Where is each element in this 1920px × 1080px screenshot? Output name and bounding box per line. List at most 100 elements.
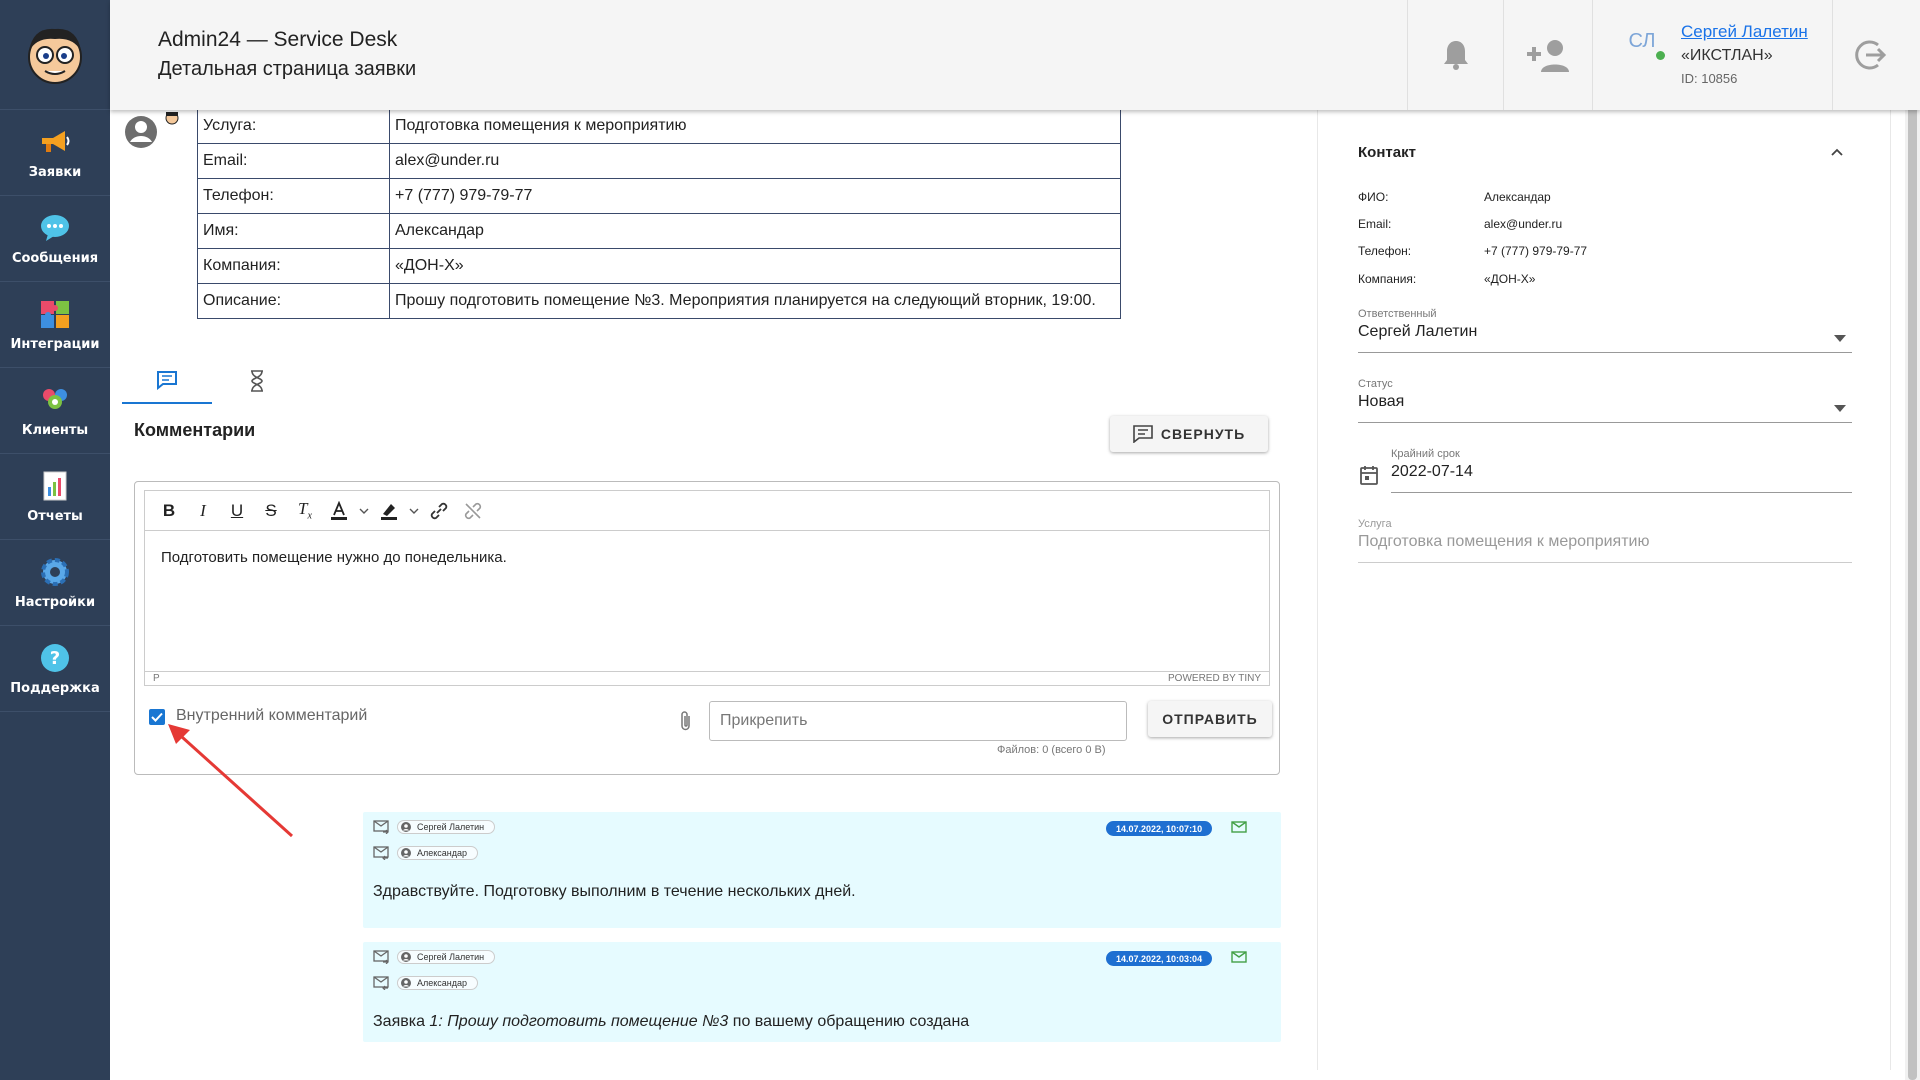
table-cell-key: Телефон: bbox=[197, 178, 390, 214]
envelope-in-icon bbox=[373, 846, 389, 860]
strikethrough-button[interactable]: S bbox=[255, 495, 287, 527]
envelope-out-icon bbox=[373, 950, 389, 964]
deadline-field[interactable]: Крайний срок 2022-07-14 bbox=[1391, 448, 1852, 493]
sidebar-item-label: Отчеты bbox=[27, 509, 83, 524]
text-color-button[interactable] bbox=[323, 495, 355, 527]
clear-format-icon: Tx bbox=[298, 499, 312, 522]
comment-date-badge: 14.07.2022, 10:07:10 bbox=[1106, 821, 1213, 836]
sidebar-item-label: Настройки bbox=[14, 595, 96, 610]
caret-down-icon bbox=[1834, 335, 1846, 342]
comments-title: Комментарии bbox=[134, 420, 256, 440]
unlink-icon bbox=[464, 502, 482, 519]
service-value: Подготовка помещения к мероприятию bbox=[1358, 533, 1650, 550]
scrollbar-thumb[interactable] bbox=[1908, 72, 1917, 1080]
clear-format-button[interactable]: Tx bbox=[289, 495, 321, 527]
table-cell-value: alex@under.ru bbox=[389, 143, 1121, 179]
user-company: «ИКСТЛАН» bbox=[1681, 47, 1773, 64]
calendar-icon[interactable] bbox=[1360, 465, 1378, 485]
author-chip: Сергей Лалетин bbox=[397, 820, 496, 834]
user-icon bbox=[401, 952, 411, 962]
sidebar-item-support[interactable]: ? Поддержка bbox=[0, 626, 110, 712]
text-color-dropdown[interactable] bbox=[357, 495, 371, 527]
bold-button[interactable]: B bbox=[153, 495, 185, 527]
attach-clip-button[interactable] bbox=[679, 710, 693, 737]
unlink-button[interactable] bbox=[457, 495, 489, 527]
highlight-color-dropdown[interactable] bbox=[407, 495, 421, 527]
request-details-table: Услуга: Подготовка помещения к мероприяти… bbox=[197, 108, 1121, 319]
logout-button[interactable] bbox=[1832, 0, 1906, 110]
comment-text-suffix: по вашему обращению создана bbox=[728, 1013, 970, 1030]
people-icon bbox=[38, 383, 72, 417]
attach-input[interactable] bbox=[709, 701, 1127, 741]
header: Admin24 — Service Desk Детальная страниц… bbox=[110, 0, 1920, 110]
underline-button[interactable]: U bbox=[221, 495, 253, 527]
italic-button[interactable]: I bbox=[187, 495, 219, 527]
tab-history[interactable] bbox=[212, 358, 302, 404]
table-cell-value: Александар bbox=[389, 213, 1121, 249]
sidebar-item-integrations[interactable]: Интеграции bbox=[0, 282, 110, 368]
status-value: Новая bbox=[1358, 393, 1405, 410]
logo[interactable] bbox=[0, 0, 110, 110]
user-name-link[interactable]: Сергей Лалетин bbox=[1681, 22, 1808, 42]
contact-value: +7 (777) 979-79-77 bbox=[1484, 244, 1588, 258]
link-icon bbox=[430, 502, 448, 519]
paperclip-icon bbox=[681, 711, 690, 731]
sidebar-item-label: Клиенты bbox=[21, 423, 89, 438]
comment-from-row: Сергей Лалетин bbox=[373, 950, 496, 964]
table-row: Услуга: Подготовка помещения к мероприяти… bbox=[197, 108, 1121, 144]
page-title: Детальная страница заявки bbox=[158, 58, 417, 80]
status-label: Статус bbox=[1358, 378, 1393, 390]
cartoon-face-logo-icon bbox=[28, 28, 82, 84]
table-cell-value: Прошу подготовить помещение №3. Мероприя… bbox=[389, 283, 1121, 319]
status-select[interactable]: Статус Новая bbox=[1358, 378, 1852, 423]
comment-to-row: Александар bbox=[373, 976, 479, 990]
contact-key: ФИО: bbox=[1358, 190, 1389, 204]
deadline-value: 2022-07-14 bbox=[1391, 463, 1473, 480]
strikethrough-icon: S bbox=[265, 500, 277, 520]
comment-form: B I U S Tx Подготовить помещение нужно д… bbox=[134, 481, 1280, 775]
editor-toolbar: B I U S Tx bbox=[145, 491, 1269, 531]
collapse-contact-button[interactable] bbox=[1830, 144, 1844, 162]
sidebar-item-reports[interactable]: Отчеты bbox=[0, 454, 110, 540]
author-chip: Сергей Лалетин bbox=[397, 950, 496, 964]
chevron-up-icon bbox=[1831, 148, 1843, 156]
sidebar-item-settings[interactable]: Настройки bbox=[0, 540, 110, 626]
insert-link-button[interactable] bbox=[423, 495, 455, 527]
chart-report-icon bbox=[38, 469, 72, 503]
files-info: Файлов: 0 (всего 0 B) bbox=[997, 744, 1106, 756]
sidebar-item-clients[interactable]: Клиенты bbox=[0, 368, 110, 454]
comment-icon bbox=[1133, 425, 1153, 443]
user-block: СЛ Сергей Лалетин «ИКСТЛАН» ID: 10856 bbox=[1592, 0, 1832, 110]
sidebar-item-messages[interactable]: Сообщения bbox=[0, 196, 110, 282]
gear-icon bbox=[38, 555, 72, 589]
user-icon bbox=[401, 978, 411, 988]
comment-from-row: Сергей Лалетин bbox=[373, 820, 496, 834]
responsible-label: Ответственный bbox=[1358, 308, 1437, 320]
bold-icon: B bbox=[162, 500, 176, 520]
comment-item: Сергей Лалетин Александар 14.07.2022, 10… bbox=[363, 812, 1281, 928]
responsible-select[interactable]: Ответственный Сергей Лалетин bbox=[1358, 308, 1852, 353]
highlight-color-button[interactable] bbox=[373, 495, 405, 527]
app-title: Admin24 — Service Desk bbox=[158, 28, 398, 51]
notifications-button[interactable] bbox=[1407, 0, 1503, 110]
editor-content[interactable]: Подготовить помещение нужно до понедельн… bbox=[145, 531, 1269, 671]
collapse-button[interactable]: СВЕРНУТЬ bbox=[1110, 416, 1268, 452]
sidebar: Заявки Сообщения Интеграции Клиенты Отче… bbox=[0, 0, 110, 1080]
tab-comments[interactable] bbox=[122, 358, 212, 404]
envelope-in-icon bbox=[373, 976, 389, 990]
page-scrollbar[interactable] bbox=[1905, 72, 1920, 1080]
logout-icon bbox=[1854, 40, 1886, 70]
comment-text-prefix: Заявка bbox=[373, 1013, 430, 1030]
send-button[interactable]: ОТПРАВИТЬ bbox=[1148, 701, 1272, 737]
add-user-button[interactable] bbox=[1503, 0, 1592, 110]
request-link-text: 1: Прошу подготовить помещение №3 bbox=[429, 1013, 729, 1030]
recipient-name: Александар bbox=[417, 978, 468, 988]
table-row: Email: alex@under.ru bbox=[197, 143, 1121, 179]
comment-text: Здравствуйте. Подготовку выполним в тече… bbox=[373, 883, 856, 900]
contact-key: Email: bbox=[1358, 217, 1392, 231]
add-user-icon bbox=[1527, 40, 1569, 72]
question-icon: ? bbox=[38, 641, 72, 675]
powered-by-label: POWERED BY TINY bbox=[1168, 673, 1261, 684]
sidebar-item-requests[interactable]: Заявки bbox=[0, 110, 110, 196]
hourglass-icon bbox=[251, 370, 263, 392]
